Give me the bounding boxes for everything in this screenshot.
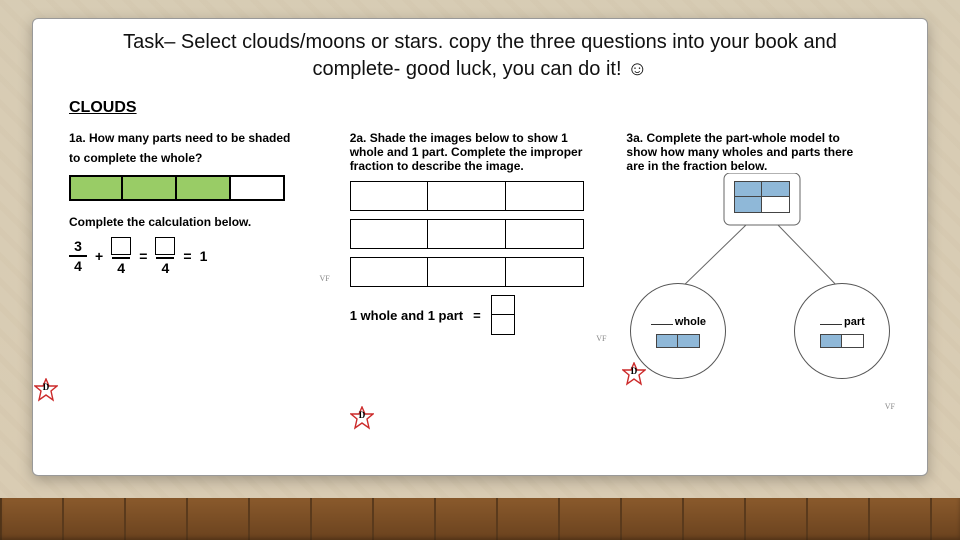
q3-prompt-l1: 3a. Complete the part-whole model to — [626, 131, 891, 145]
q2-row — [350, 257, 603, 287]
answer-blank[interactable] — [820, 315, 842, 325]
q1-frac-blank2: 4 — [155, 237, 175, 275]
q2-cell[interactable] — [350, 219, 428, 249]
q1-frac-known: 3 4 — [69, 239, 87, 273]
q2-prompt-l2: whole and 1 part. Complete the improper — [350, 145, 603, 159]
q3-top-fraction — [734, 181, 790, 213]
q1-subprompt: Complete the calculation below. — [69, 215, 326, 229]
q2-row — [350, 219, 603, 249]
slide-floor-decor — [0, 498, 960, 540]
q3-top-cell-shaded — [762, 181, 790, 197]
q1-frac-den2: 4 — [115, 261, 127, 275]
q3-part-circle: part — [794, 283, 890, 379]
answer-box[interactable] — [111, 237, 131, 255]
question-3: 3a. Complete the part-whole model to sho… — [618, 125, 899, 413]
q1-prompt-l1: 1a. How many parts need to be shaded — [69, 131, 326, 145]
q1-fraction-bar — [69, 175, 326, 201]
equals-sign: = — [139, 248, 147, 264]
q1-equation: 3 4 + 4 = 4 = 1 — [69, 237, 326, 275]
answer-box[interactable] — [491, 315, 515, 335]
q1-cell-shaded — [177, 175, 231, 201]
task-line-1: Task– Select clouds/moons or stars. copy… — [61, 29, 899, 56]
q2-cell[interactable] — [350, 257, 428, 287]
equals-sign: = — [183, 248, 191, 264]
equals-sign: = — [473, 308, 481, 323]
difficulty-star-icon: D — [34, 378, 58, 402]
q3-top-cell-empty — [762, 197, 790, 213]
q2-grids — [350, 181, 603, 287]
star-letter: D — [622, 367, 646, 376]
q1-prompt-l2: to complete the whole? — [69, 151, 326, 165]
q2-prompt-l1: 2a. Shade the images below to show 1 — [350, 131, 603, 145]
difficulty-star-icon: D — [622, 362, 646, 386]
q1-cell-shaded — [69, 175, 123, 201]
footer-mark: VF — [885, 403, 895, 411]
q1-cell-shaded — [123, 175, 177, 201]
footer-mark: VF — [596, 335, 606, 343]
q1-frac-den3: 4 — [159, 261, 171, 275]
q3-prompt-l3: are in the fraction below. — [626, 159, 891, 173]
q3-top-cell-shaded — [734, 197, 762, 213]
q2-prompt-l3: fraction to describe the image. — [350, 159, 603, 173]
answer-box[interactable] — [491, 295, 515, 315]
slide-card: Task– Select clouds/moons or stars. copy… — [32, 18, 928, 476]
fraction-bar-icon — [69, 255, 87, 257]
q2-cell[interactable] — [350, 181, 428, 211]
q2-cell[interactable] — [428, 257, 506, 287]
q2-cell[interactable] — [506, 257, 584, 287]
smiley-icon: ☺ — [627, 58, 647, 80]
section-heading: CLOUDS — [69, 99, 899, 117]
fraction-bar-icon — [156, 257, 174, 259]
q1-result: 1 — [200, 248, 208, 264]
q3-prompt-l2: show how many wholes and parts there — [626, 145, 891, 159]
q2-equation: 1 whole and 1 part = — [350, 295, 603, 335]
questions-row: 1a. How many parts need to be shaded to … — [61, 125, 899, 413]
q2-eq-label: 1 whole and 1 part — [350, 308, 463, 323]
q2-row — [350, 181, 603, 211]
fraction-bar-icon — [112, 257, 130, 259]
footer-mark: VF — [319, 275, 329, 283]
question-2: 2a. Shade the images below to show 1 who… — [342, 125, 611, 345]
q1-frac-blank1: 4 — [111, 237, 131, 275]
answer-blank[interactable] — [651, 315, 673, 325]
q3-top-cell-shaded — [734, 181, 762, 197]
q1-cell-empty — [231, 175, 285, 201]
q3-part-label: part — [844, 316, 865, 328]
q2-cell[interactable] — [506, 181, 584, 211]
task-line-2: complete- good luck, you can do it! ☺ — [61, 56, 899, 83]
plus-sign: + — [95, 248, 103, 264]
question-1: 1a. How many parts need to be shaded to … — [61, 125, 334, 285]
q2-cell[interactable] — [506, 219, 584, 249]
q2-fraction-boxes — [491, 295, 515, 335]
star-letter: D — [350, 411, 374, 420]
q1-frac-num: 3 — [72, 239, 84, 253]
q1-frac-den: 4 — [72, 259, 84, 273]
q2-cell[interactable] — [428, 181, 506, 211]
q3-whole-label: whole — [675, 316, 706, 328]
task-line-2-text: complete- good luck, you can do it! — [312, 58, 627, 80]
part-whole-model: whole part — [626, 173, 891, 403]
q3-part-bar — [820, 334, 864, 348]
q3-whole-bar — [656, 334, 700, 348]
star-letter: D — [34, 383, 58, 392]
q2-cell[interactable] — [428, 219, 506, 249]
difficulty-star-icon: D — [350, 406, 374, 430]
answer-box[interactable] — [155, 237, 175, 255]
